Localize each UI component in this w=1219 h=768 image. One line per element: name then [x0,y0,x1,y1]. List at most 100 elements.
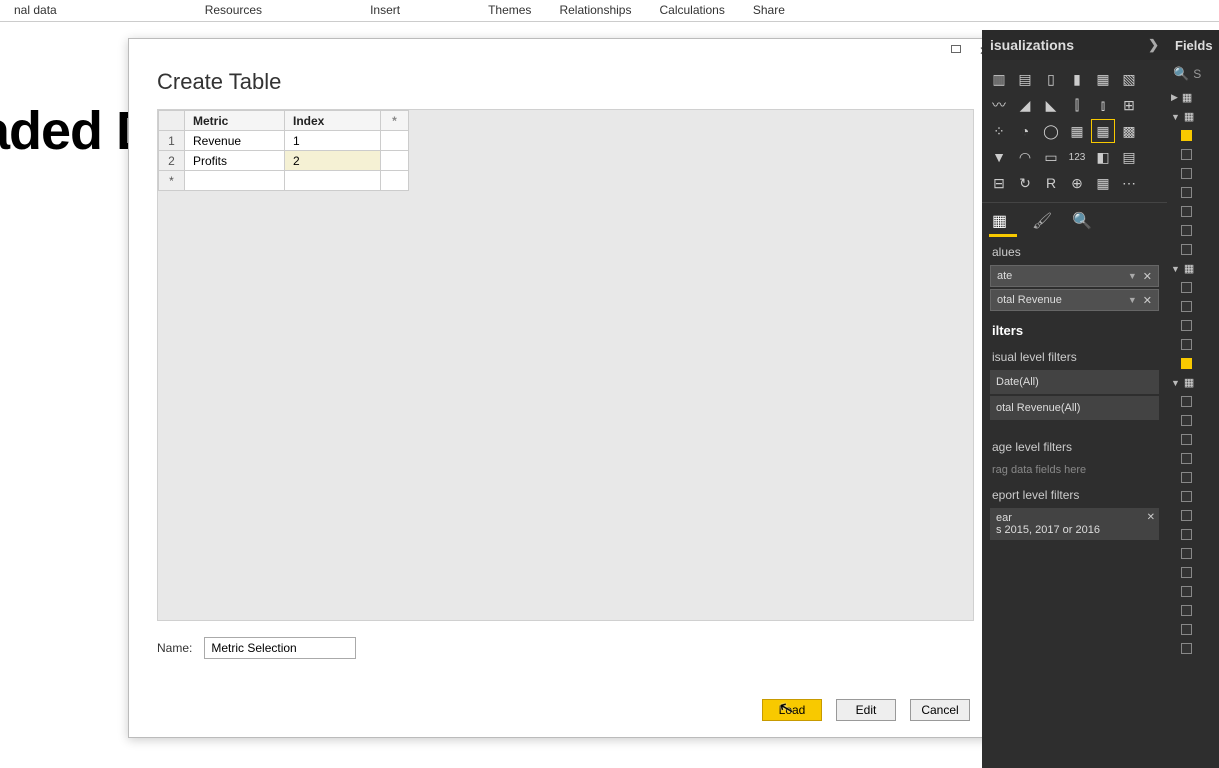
checkbox-icon[interactable] [1181,586,1192,597]
table-node[interactable]: ▼▦ [1167,373,1219,392]
remove-icon[interactable]: ✕ [1139,294,1152,307]
dropdown-icon[interactable]: ▼ [1128,271,1139,281]
ribbon-tab[interactable]: Share [739,0,799,21]
table-row[interactable]: 2 Profits 2 [159,151,409,171]
field-item[interactable] [1167,335,1219,354]
viz-treemap-icon[interactable]: ▦ [1066,120,1088,142]
viz-card-icon[interactable]: ▭ [1040,146,1062,168]
field-item[interactable] [1167,582,1219,601]
visualizations-header[interactable]: isualizations ❯ [982,30,1167,60]
table-name-input[interactable] [204,637,356,659]
value-field[interactable]: otal Revenue ▼ ✕ [990,289,1159,311]
viz-slicer-icon[interactable]: ▤ [1118,146,1140,168]
ribbon-tab[interactable]: Relationships [545,0,645,21]
field-item[interactable] [1167,145,1219,164]
load-button[interactable]: Load [762,699,822,721]
value-field[interactable]: ate ▼ ✕ [990,265,1159,287]
cell-empty[interactable] [381,171,409,191]
viz-arcgis-icon[interactable]: ⊕ [1066,172,1088,194]
field-item[interactable] [1167,468,1219,487]
checkbox-icon[interactable] [1181,624,1192,635]
new-row[interactable]: * [159,171,409,191]
ribbon-tab[interactable]: Calculations [645,0,738,21]
cell-metric[interactable]: Profits [185,151,285,171]
field-item[interactable] [1167,126,1219,145]
new-row-marker[interactable]: * [159,171,185,191]
field-item[interactable] [1167,183,1219,202]
checkbox-icon[interactable] [1181,434,1192,445]
column-header-metric[interactable]: Metric [185,111,285,131]
viz-line-clustered-icon[interactable]: ⫿ [1066,94,1088,116]
field-item[interactable] [1167,506,1219,525]
remove-icon[interactable]: ✕ [1147,512,1155,523]
viz-pie-icon[interactable]: ◔ [1014,120,1036,142]
cell-index[interactable]: 1 [285,131,381,151]
field-item[interactable] [1167,430,1219,449]
checkbox-icon[interactable] [1181,320,1192,331]
field-item[interactable] [1167,639,1219,658]
viz-scatter-icon[interactable]: ⁘ [988,120,1010,142]
cancel-button[interactable]: Cancel [910,699,970,721]
checkbox-icon[interactable] [1181,643,1192,654]
checkbox-icon[interactable] [1181,149,1192,160]
checkbox-icon[interactable] [1181,301,1192,312]
checkbox-icon[interactable] [1181,244,1192,255]
ribbon-tab[interactable]: Resources [191,0,276,21]
cell-metric[interactable] [185,171,285,191]
field-item[interactable] [1167,221,1219,240]
field-item[interactable] [1167,620,1219,639]
add-column-button[interactable]: * [381,111,409,131]
dropdown-icon[interactable]: ▼ [1128,295,1139,305]
field-item[interactable] [1167,411,1219,430]
checkbox-icon[interactable] [1181,510,1192,521]
field-item[interactable] [1167,601,1219,620]
checkbox-icon[interactable] [1181,130,1192,141]
cell-index[interactable]: 2 [285,151,381,171]
checkbox-icon[interactable] [1181,396,1192,407]
checkbox-icon[interactable] [1181,491,1192,502]
checkbox-icon[interactable] [1181,472,1192,483]
field-item[interactable] [1167,392,1219,411]
viz-line-icon[interactable]: 〰 [988,94,1010,116]
maximize-button[interactable] [942,41,970,61]
field-item[interactable] [1167,240,1219,259]
viz-custom-icon[interactable]: ⋯ [1118,172,1140,194]
table-node[interactable]: ▼▦ [1167,107,1219,126]
fields-tab-icon[interactable]: ▦ [992,211,1014,231]
viz-gauge-icon[interactable]: ◠ [1014,146,1036,168]
cell-empty[interactable] [381,131,409,151]
visual-filter[interactable]: otal Revenue(All) [990,396,1159,420]
table-grid-area[interactable]: Metric Index * 1 Revenue 1 2 Profits [157,109,974,621]
edit-button[interactable]: Edit [836,699,896,721]
viz-r-icon[interactable]: R [1040,172,1062,194]
field-item[interactable] [1167,525,1219,544]
viz-filled-map-icon[interactable]: ▩ [1118,120,1140,142]
table-node[interactable]: ▶▦ [1167,88,1219,107]
viz-stacked-area-icon[interactable]: ◣ [1040,94,1062,116]
checkbox-icon[interactable] [1181,187,1192,198]
viz-area-icon[interactable]: ◢ [1014,94,1036,116]
checkbox-icon[interactable] [1181,168,1192,179]
viz-stacked-bar-icon[interactable]: ▥ [988,68,1010,90]
viz-map-icon[interactable]: ▦ [1092,120,1114,142]
checkbox-icon[interactable] [1181,339,1192,350]
report-filter[interactable]: ear s 2015, 2017 or 2016 ✕ [990,508,1159,540]
viz-ribbon-icon[interactable]: ▧ [1118,68,1140,90]
checkbox-icon[interactable] [1181,567,1192,578]
viz-clustered-bar-icon[interactable]: ▤ [1014,68,1036,90]
ribbon-tab[interactable]: Insert [356,0,414,21]
fields-header[interactable]: Fields [1167,30,1219,60]
fields-search[interactable]: 🔍 S [1167,60,1219,88]
viz-matrix-icon[interactable]: ↻ [1014,172,1036,194]
viz-multi-card-icon[interactable]: 123 [1066,146,1088,168]
viz-donut-icon[interactable]: ◯ [1040,120,1062,142]
entry-table[interactable]: Metric Index * 1 Revenue 1 2 Profits [158,110,409,191]
cell-index[interactable] [285,171,381,191]
drop-hint[interactable]: rag data fields here [982,458,1167,482]
field-item[interactable] [1167,316,1219,335]
checkbox-icon[interactable] [1181,225,1192,236]
checkbox-icon[interactable] [1181,358,1192,369]
field-item[interactable] [1167,202,1219,221]
field-item[interactable] [1167,563,1219,582]
viz-funnel-icon[interactable]: ▼ [988,146,1010,168]
